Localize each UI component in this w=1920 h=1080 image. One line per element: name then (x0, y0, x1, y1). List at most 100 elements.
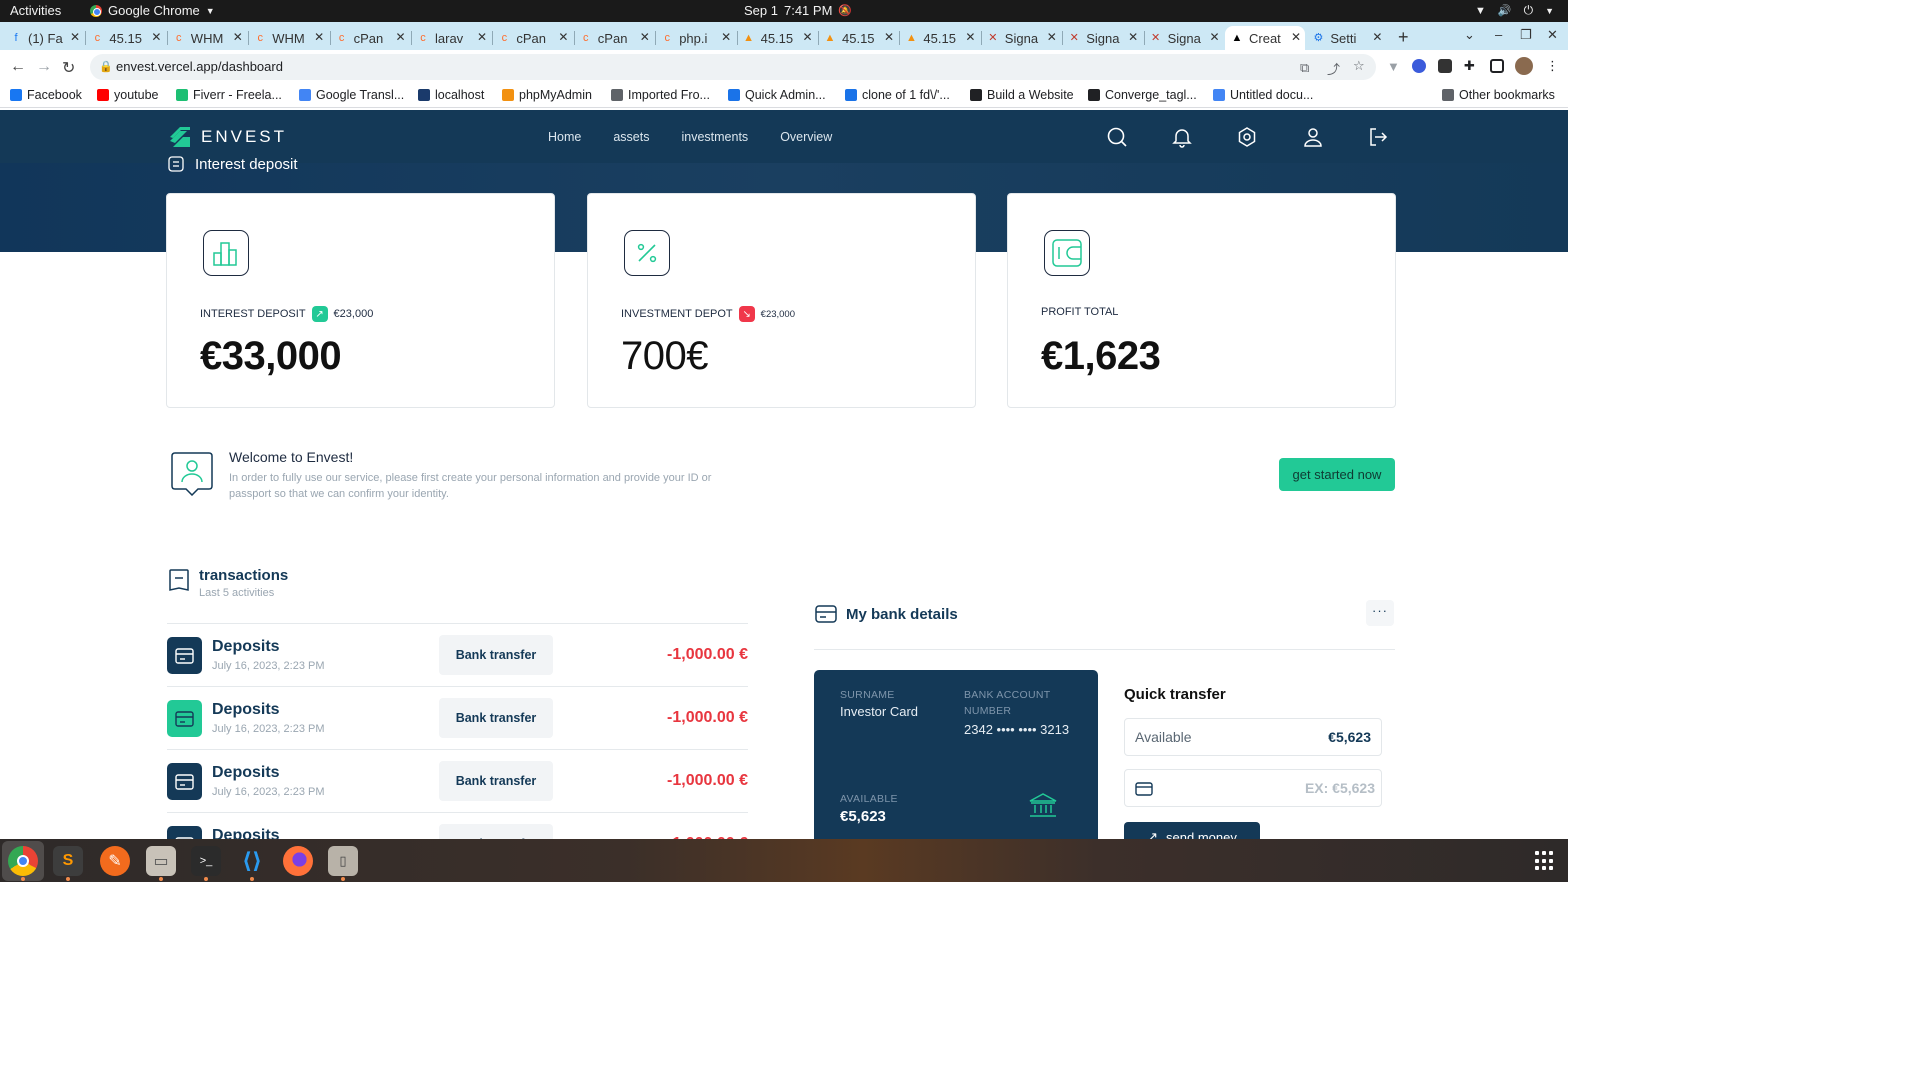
close-tab-icon[interactable]: ✕ (1372, 30, 1382, 44)
user-icon[interactable] (1302, 126, 1324, 148)
bookmark-item[interactable]: Imported Fro... (611, 88, 710, 102)
vscode-icon[interactable]: ⟨⟩ (237, 846, 267, 876)
share-icon[interactable]: ⤴ (1327, 59, 1340, 78)
extension-gear-icon[interactable] (1412, 59, 1426, 73)
bookmark-item[interactable]: Untitled docu... (1213, 88, 1313, 102)
browser-tab[interactable]: ✕ Signa ✕ (1062, 26, 1142, 50)
search-icon[interactable] (1106, 126, 1128, 148)
close-window-icon[interactable]: ✕ (1547, 27, 1558, 43)
close-tab-icon[interactable]: ✕ (314, 30, 324, 44)
close-tab-icon[interactable]: ✕ (721, 30, 731, 44)
bookmark-item[interactable]: Fiverr - Freela... (176, 88, 282, 102)
reload-icon[interactable]: ↻ (62, 58, 75, 78)
bookmark-star-icon[interactable]: ☆ (1353, 58, 1365, 74)
bookmark-item[interactable]: Google Transl... (299, 88, 404, 102)
close-tab-icon[interactable]: ✕ (803, 30, 813, 44)
browser-tab[interactable]: c php.i ✕ (655, 26, 735, 50)
transaction-row[interactable]: Deposits July 16, 2023, 2:23 PM Bank trans… (167, 624, 748, 686)
browser-tab[interactable]: c WHM ✕ (167, 26, 247, 50)
tab-title: Creat (1249, 30, 1281, 46)
browser-tab[interactable]: ✕ Signa ✕ (1144, 26, 1224, 50)
bookmark-item[interactable]: clone of 1 fd\/'... (845, 88, 950, 102)
browser-tab[interactable]: c 45.15 ✕ (85, 26, 165, 50)
sublime-text-icon[interactable]: S (53, 846, 83, 876)
tab-title: cPan (516, 30, 547, 46)
browser-tab[interactable]: c cPan ✕ (574, 26, 654, 50)
address-bar[interactable]: 🔒 envest.vercel.app/dashboard (90, 54, 1376, 80)
amount-field[interactable] (1124, 769, 1382, 807)
settings-icon[interactable] (1236, 126, 1258, 148)
close-tab-icon[interactable]: ✕ (1047, 30, 1057, 44)
nav-overview[interactable]: Overview (780, 130, 832, 144)
menu-kebab-icon[interactable]: ⋮ (1546, 58, 1559, 74)
bookmark-item[interactable]: localhost (418, 88, 484, 102)
activities-button[interactable]: Activities (10, 3, 61, 18)
extension-v-icon[interactable]: ▼ (1387, 59, 1400, 74)
translate-icon[interactable]: ⧉ (1300, 60, 1309, 76)
vercel-icon: ▲ (1231, 32, 1243, 44)
terminal-icon[interactable]: >_ (191, 846, 221, 876)
back-icon[interactable]: ← (10, 58, 26, 76)
get-started-button[interactable]: get started now (1279, 458, 1395, 491)
nav-assets[interactable]: assets (613, 130, 649, 144)
close-tab-icon[interactable]: ✕ (477, 30, 487, 44)
close-tab-icon[interactable]: ✕ (70, 30, 80, 44)
close-tab-icon[interactable]: ✕ (965, 30, 975, 44)
browser-tab[interactable]: ▲ 45.15 ✕ (737, 26, 817, 50)
extension-tc-icon[interactable] (1438, 59, 1452, 73)
system-tray[interactable]: ▼ 🔊 ⏻ ▼ (1475, 3, 1554, 18)
nav-investments[interactable]: investments (681, 130, 748, 144)
firefox-icon[interactable] (283, 846, 313, 876)
forward-icon[interactable]: → (36, 58, 52, 76)
bell-icon[interactable] (1171, 126, 1193, 148)
clock[interactable]: Sep 1 7:41 PM 🔕 (744, 3, 852, 18)
close-tab-icon[interactable]: ✕ (884, 30, 894, 44)
close-tab-icon[interactable]: ✕ (396, 30, 406, 44)
notifications-muted-icon: 🔕 (838, 5, 853, 17)
close-tab-icon[interactable]: ✕ (151, 30, 161, 44)
bookmark-item[interactable]: youtube (97, 88, 158, 102)
tab-search-icon[interactable]: ⌄ (1464, 27, 1475, 43)
browser-tab[interactable]: ✕ Signa ✕ (981, 26, 1061, 50)
extensions-puzzle-icon[interactable]: ✚ (1464, 58, 1475, 74)
envest-logo[interactable]: ENVEST (167, 124, 287, 150)
show-apps-icon[interactable] (1535, 851, 1555, 871)
close-tab-icon[interactable]: ✕ (1210, 30, 1220, 44)
archive-manager-icon[interactable]: ▯ (328, 846, 358, 876)
nav-home[interactable]: Home (548, 130, 581, 144)
browser-tab[interactable]: f (1) Fa ✕ (4, 26, 84, 50)
browser-tab[interactable]: c cPan ✕ (330, 26, 410, 50)
logout-icon[interactable] (1367, 126, 1389, 148)
postman-icon[interactable]: ✎ (100, 846, 130, 876)
other-bookmarks[interactable]: Other bookmarks (1442, 88, 1555, 102)
browser-tab[interactable]: ▲ 45.15 ✕ (818, 26, 898, 50)
bookmark-item[interactable]: Converge_tagl... (1088, 88, 1197, 102)
profile-avatar[interactable] (1515, 57, 1533, 75)
app-menu[interactable]: Google Chrome ▼ (90, 3, 215, 18)
close-tab-icon[interactable]: ✕ (1291, 30, 1301, 44)
browser-tab[interactable]: ▲ Creat ✕ (1225, 26, 1305, 50)
chrome-dock-icon[interactable] (8, 846, 38, 876)
bookmark-item[interactable]: Quick Admin... (728, 88, 826, 102)
browser-tab[interactable]: c cPan ✕ (492, 26, 572, 50)
transaction-row[interactable]: Deposits July 16, 2023, 2:23 PM Bank trans… (167, 750, 748, 812)
close-tab-icon[interactable]: ✕ (1128, 30, 1138, 44)
files-icon[interactable]: ▭ (146, 846, 176, 876)
browser-tab[interactable]: ⚙ Setti ✕ (1306, 26, 1386, 50)
bookmark-item[interactable]: Build a Website (970, 88, 1074, 102)
bookmark-item[interactable]: Facebook (10, 88, 82, 102)
close-tab-icon[interactable]: ✕ (640, 30, 650, 44)
minimize-icon[interactable]: – (1495, 27, 1502, 42)
transaction-row[interactable]: Deposits July 16, 2023, 2:23 PM Bank trans… (167, 687, 748, 749)
browser-tab[interactable]: c larav ✕ (411, 26, 491, 50)
bookmark-item[interactable]: phpMyAdmin (502, 88, 592, 102)
browser-tab[interactable]: ▲ 45.15 ✕ (899, 26, 979, 50)
close-tab-icon[interactable]: ✕ (558, 30, 568, 44)
browser-tab[interactable]: c WHM ✕ (248, 26, 328, 50)
close-tab-icon[interactable]: ✕ (233, 30, 243, 44)
new-tab-button[interactable]: + (1398, 27, 1409, 48)
more-options-button[interactable]: ··· (1366, 600, 1394, 626)
amount-input[interactable] (1155, 774, 1375, 802)
restore-icon[interactable]: ❐ (1520, 27, 1532, 43)
side-panel-icon[interactable] (1490, 59, 1504, 73)
